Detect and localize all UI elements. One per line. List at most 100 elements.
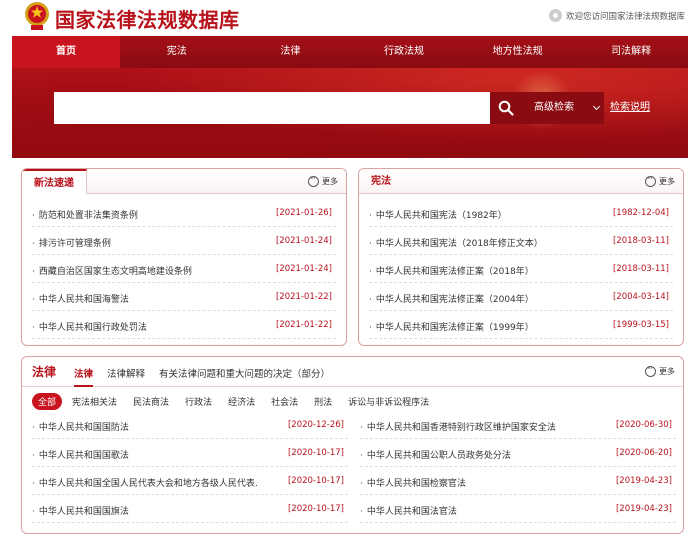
item-date: [2021-01-26] <box>275 208 332 218</box>
welcome-text: 欢迎您访问国家法律法规数据库 <box>548 9 685 22</box>
item-title[interactable]: 中华人民共和国公职人员政务处分法 <box>360 448 511 461</box>
item-date: [1982-12-04] <box>612 208 669 218</box>
chip-social[interactable]: 社会法 <box>265 393 304 410</box>
list-item[interactable]: 中华人民共和国公职人员政务处分法 [2020-06-20] <box>360 439 676 467</box>
laws-list-right: 中华人民共和国香港特别行政区维护国家安全法 [2020-06-30] 中华人民共和… <box>360 411 676 523</box>
item-title[interactable]: 中华人民共和国宪法修正案（1999年） <box>369 320 534 333</box>
item-title[interactable]: 排污许可管理条例 <box>32 236 111 249</box>
search-help-link[interactable]: 检索说明 <box>610 92 650 124</box>
nav-item-judicial-interpretations[interactable]: 司法解释 <box>574 36 688 68</box>
nav-item-constitution[interactable]: 宪法 <box>120 36 234 68</box>
item-date: [2019-04-23] <box>615 504 672 514</box>
list-item[interactable]: 中华人民共和国检察官法 [2019-04-23] <box>360 467 676 495</box>
item-title[interactable]: 中华人民共和国检察官法 <box>360 476 466 489</box>
chevron-down-icon <box>592 102 601 111</box>
more-label: 更多 <box>659 367 675 376</box>
search-button[interactable] <box>490 92 522 124</box>
item-title[interactable]: 中华人民共和国香港特别行政区维护国家安全法 <box>360 420 556 433</box>
chip-constitutional[interactable]: 宪法相关法 <box>66 393 123 410</box>
search-icon <box>498 100 514 116</box>
item-title[interactable]: 西藏自治区国家生态文明高地建设条例 <box>32 264 192 277</box>
chip-administrative[interactable]: 行政法 <box>179 393 218 410</box>
nav-item-home[interactable]: 首页 <box>12 36 120 68</box>
item-date: [2020-12-26] <box>287 420 344 430</box>
list-item[interactable]: 中华人民共和国法官法 [2019-04-23] <box>360 495 676 523</box>
new-laws-more-link[interactable]: 更多 <box>308 174 338 187</box>
national-emblem-icon <box>25 2 49 30</box>
item-title[interactable]: 中华人民共和国宪法修正案（2018年） <box>369 264 534 277</box>
site-title[interactable]: 国家法律法规数据库 <box>55 4 240 33</box>
more-icon <box>308 174 319 187</box>
tab-decisions[interactable]: 有关法律问题和重大问题的决定（部分） <box>159 366 330 387</box>
new-laws-tab[interactable]: 新法速递 <box>22 169 87 194</box>
search-input[interactable] <box>54 92 490 124</box>
list-item[interactable]: 中华人民共和国国旗法 [2020-10-17] <box>32 495 348 523</box>
site-header: 国家法律法规数据库 欢迎您访问国家法律法规数据库 <box>0 0 697 36</box>
nav-item-admin-regulations[interactable]: 行政法规 <box>347 36 461 68</box>
new-laws-list: 防范和处置非法集资条例 [2021-01-26] 排污许可管理条例 [2021-01… <box>32 199 336 339</box>
panel-header: 宪法 更多 <box>359 169 683 194</box>
item-date: [2020-10-17] <box>287 448 344 458</box>
tab-law-interpretations[interactable]: 法律解释 <box>107 366 145 387</box>
item-title[interactable]: 防范和处置非法集资条例 <box>32 208 138 221</box>
laws-header: 法律 法律 法律解释 有关法律问题和重大问题的决定（部分） 更多 <box>22 357 683 387</box>
chip-economic[interactable]: 经济法 <box>222 393 261 410</box>
item-date: [1999-03-15] <box>612 320 669 330</box>
item-date: [2020-06-30] <box>615 420 672 430</box>
list-item[interactable]: 中华人民共和国宪法修正案（1999年） [1999-03-15] <box>369 311 673 339</box>
list-item[interactable]: 中华人民共和国行政处罚法 [2021-01-22] <box>32 311 336 339</box>
laws-title[interactable]: 法律 <box>32 363 56 380</box>
list-item[interactable]: 中华人民共和国宪法（1982年） [1982-12-04] <box>369 199 673 227</box>
banner: 首页 宪法 法律 行政法规 地方性法规 司法解释 高级检索 检索说明 <box>12 36 688 158</box>
item-date: [2018-03-11] <box>612 264 669 274</box>
constitution-more-link[interactable]: 更多 <box>645 174 675 187</box>
chip-procedural[interactable]: 诉讼与非诉讼程序法 <box>342 393 435 410</box>
list-item[interactable]: 中华人民共和国国歌法 [2020-10-17] <box>32 439 348 467</box>
list-item[interactable]: 中华人民共和国全国人民代表大会和地方各级人民代表… [2020-10-17] <box>32 467 348 495</box>
item-title[interactable]: 中华人民共和国宪法修正案（2004年） <box>369 292 534 305</box>
user-icon <box>548 9 562 22</box>
chip-all[interactable]: 全部 <box>32 393 63 410</box>
item-date: [2021-01-24] <box>275 236 332 246</box>
laws-list-left: 中华人民共和国国防法 [2020-12-26] 中华人民共和国国歌法 [2020-1… <box>32 411 348 523</box>
nav-item-local-regulations[interactable]: 地方性法规 <box>461 36 575 68</box>
item-title[interactable]: 中华人民共和国国旗法 <box>32 504 129 517</box>
item-title[interactable]: 中华人民共和国法官法 <box>360 504 457 517</box>
item-date: [2004-03-14] <box>612 292 669 302</box>
item-date: [2021-01-24] <box>275 264 332 274</box>
item-date: [2020-06-20] <box>615 448 672 458</box>
advanced-search-button[interactable]: 高级检索 <box>522 92 604 124</box>
laws-panel: 法律 法律 法律解释 有关法律问题和重大问题的决定（部分） 更多 全部 宪法相关… <box>21 356 684 534</box>
nav-item-laws[interactable]: 法律 <box>234 36 348 68</box>
panel-header: 新法速递 更多 <box>22 169 346 194</box>
laws-tabs: 法律 法律解释 有关法律问题和重大问题的决定（部分） <box>74 366 330 387</box>
item-title[interactable]: 中华人民共和国宪法（1982年） <box>369 208 507 221</box>
tab-laws[interactable]: 法律 <box>74 366 94 387</box>
chip-criminal[interactable]: 刑法 <box>308 393 338 410</box>
item-title[interactable]: 中华人民共和国海警法 <box>32 292 129 305</box>
item-title[interactable]: 中华人民共和国宪法（2018年修正文本） <box>369 236 543 249</box>
advanced-search-label: 高级检索 <box>534 102 574 113</box>
welcome-label: 欢迎您访问国家法律法规数据库 <box>565 11 685 22</box>
main-nav: 首页 宪法 法律 行政法规 地方性法规 司法解释 <box>12 36 688 68</box>
item-title[interactable]: 中华人民共和国国歌法 <box>32 448 129 461</box>
list-item[interactable]: 中华人民共和国海警法 [2021-01-22] <box>32 283 336 311</box>
list-item[interactable]: 中华人民共和国宪法（2018年修正文本） [2018-03-11] <box>369 227 673 255</box>
constitution-panel: 宪法 更多 中华人民共和国宪法（1982年） [1982-12-04] 中华人民共… <box>358 168 684 346</box>
list-item[interactable]: 西藏自治区国家生态文明高地建设条例 [2021-01-24] <box>32 255 336 283</box>
list-item[interactable]: 中华人民共和国宪法修正案（2004年） [2004-03-14] <box>369 283 673 311</box>
list-item[interactable]: 中华人民共和国国防法 [2020-12-26] <box>32 411 348 439</box>
item-date: [2020-10-17] <box>287 476 344 486</box>
constitution-list: 中华人民共和国宪法（1982年） [1982-12-04] 中华人民共和国宪法（2… <box>369 199 673 339</box>
item-title[interactable]: 中华人民共和国全国人民代表大会和地方各级人民代表… <box>32 476 257 489</box>
item-title[interactable]: 中华人民共和国国防法 <box>32 420 129 433</box>
list-item[interactable]: 排污许可管理条例 [2021-01-24] <box>32 227 336 255</box>
list-item[interactable]: 中华人民共和国香港特别行政区维护国家安全法 [2020-06-30] <box>360 411 676 439</box>
laws-more-link[interactable]: 更多 <box>645 364 675 377</box>
item-date: [2018-03-11] <box>612 236 669 246</box>
list-item[interactable]: 中华人民共和国宪法修正案（2018年） [2018-03-11] <box>369 255 673 283</box>
chip-civil-commercial[interactable]: 民法商法 <box>127 393 175 410</box>
list-item[interactable]: 防范和处置非法集资条例 [2021-01-26] <box>32 199 336 227</box>
constitution-tab[interactable]: 宪法 <box>359 169 403 194</box>
item-title[interactable]: 中华人民共和国行政处罚法 <box>32 320 147 333</box>
